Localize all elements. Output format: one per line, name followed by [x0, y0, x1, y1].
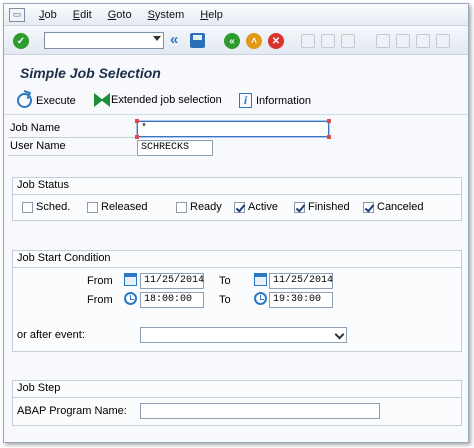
group-divider [13, 267, 461, 268]
checkbox-finished[interactable]: Finished [294, 201, 350, 213]
clock-icon[interactable] [254, 292, 267, 305]
checkbox-box[interactable] [176, 201, 187, 213]
extended-job-selection-button[interactable]: Extended job selection [94, 93, 222, 107]
abap-program-label: ABAP Program Name: [17, 405, 127, 417]
application-toolbar: Execute Extended job selection i Informa… [4, 89, 468, 115]
extended-selection-icon [94, 93, 110, 107]
to-date-input[interactable]: 11/25/2014 [269, 273, 333, 289]
back-icon[interactable]: « [224, 33, 240, 49]
exit-icon[interactable]: ˄ [246, 33, 262, 49]
enter-icon[interactable]: ✓ [13, 33, 29, 49]
calendar-icon[interactable] [254, 273, 267, 286]
menu-goto[interactable]: Goto [100, 9, 140, 21]
from-label: From [87, 294, 113, 306]
checkbox-box[interactable] [363, 201, 374, 213]
checkbox-box[interactable] [234, 201, 245, 213]
command-history-arrow-icon[interactable] [153, 36, 161, 41]
previous-page-icon [396, 34, 410, 48]
user-name-input[interactable]: SCHRECKS [137, 140, 213, 156]
menu-bar: ▭ Job Edit Goto System Help [4, 4, 468, 26]
after-event-dropdown[interactable] [140, 327, 347, 343]
execute-icon [17, 93, 32, 108]
job-step-title: Job Step [17, 382, 61, 394]
job-start-title: Job Start Condition [17, 252, 111, 264]
job-status-title: Job Status [17, 179, 69, 191]
group-divider [13, 194, 461, 195]
user-name-label: User Name [8, 140, 136, 156]
save-icon[interactable] [190, 33, 205, 48]
history-icon[interactable]: « [170, 31, 178, 48]
focus-corner [327, 135, 331, 139]
checkbox-ready[interactable]: Ready [176, 201, 222, 213]
find-next-icon [341, 34, 355, 48]
chevron-down-icon[interactable] [334, 329, 345, 340]
focus-corner [135, 119, 139, 123]
focus-corner [327, 119, 331, 123]
print-icon [301, 34, 315, 48]
menu-system[interactable]: System [140, 9, 193, 21]
to-label: To [219, 275, 231, 287]
focus-corner [135, 135, 139, 139]
checkbox-sched[interactable]: Sched. [22, 201, 70, 213]
checkbox-active[interactable]: Active [234, 201, 278, 213]
menu-edit[interactable]: Edit [65, 9, 100, 21]
from-time-input[interactable]: 18:00:00 [140, 292, 204, 308]
menu-job[interactable]: Job [31, 9, 65, 21]
system-menu-icon[interactable]: ▭ [9, 7, 25, 22]
to-label: To [219, 294, 231, 306]
find-icon [321, 34, 335, 48]
group-divider [13, 397, 461, 398]
abap-program-input[interactable] [140, 403, 380, 419]
calendar-icon[interactable] [124, 273, 137, 286]
clock-icon[interactable] [124, 292, 137, 305]
execute-button[interactable]: Execute [17, 93, 76, 108]
page-title: Simple Job Selection [20, 65, 161, 81]
last-page-icon [436, 34, 450, 48]
job-status-group: Job Status Sched. Released Ready Active … [12, 177, 462, 221]
checkbox-box[interactable] [22, 201, 33, 213]
standard-toolbar: ✓ « « ˄ ✕ [4, 27, 468, 55]
job-name-input[interactable]: * [137, 121, 329, 137]
command-field[interactable] [44, 32, 164, 49]
after-event-label: or after event: [17, 329, 85, 341]
sap-window: ▭ Job Edit Goto System Help ✓ « « ˄ ✕ Si… [3, 3, 469, 443]
job-step-group: Job Step ABAP Program Name: [12, 380, 462, 426]
checkbox-released[interactable]: Released [87, 201, 147, 213]
from-label: From [87, 275, 113, 287]
information-button[interactable]: i Information [239, 93, 311, 108]
checkbox-box[interactable] [87, 201, 98, 213]
menu-help[interactable]: Help [192, 9, 231, 21]
cancel-icon[interactable]: ✕ [268, 33, 284, 49]
from-date-input[interactable]: 11/25/2014 [140, 273, 204, 289]
to-time-input[interactable]: 19:30:00 [269, 292, 333, 308]
job-start-condition-group: Job Start Condition From 11/25/2014 To 1… [12, 250, 462, 352]
job-name-label: Job Name [8, 122, 136, 138]
checkbox-box[interactable] [294, 201, 305, 213]
next-page-icon [416, 34, 430, 48]
information-icon: i [239, 93, 252, 108]
checkbox-canceled[interactable]: Canceled [363, 201, 423, 213]
first-page-icon [376, 34, 390, 48]
